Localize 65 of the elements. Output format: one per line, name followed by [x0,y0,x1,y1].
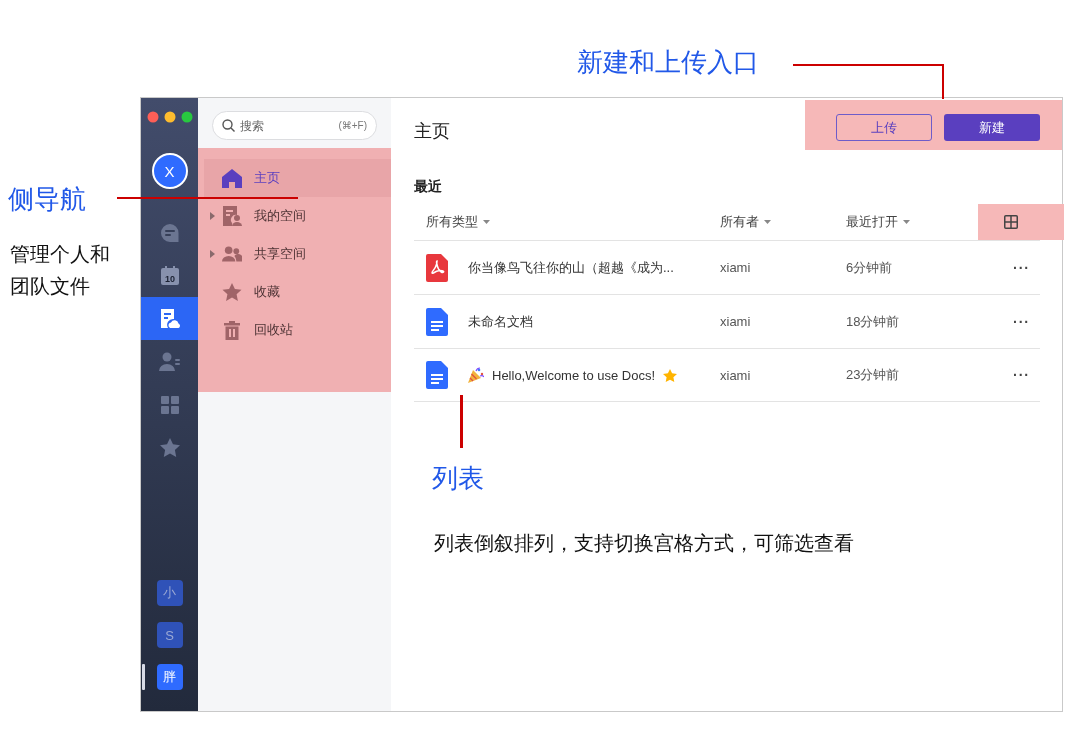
owner-cell-text: xiami [720,260,752,275]
star-icon [663,368,678,382]
shortcut-hint: (⌘+F) [338,120,367,131]
dropdown-caret-icon [903,220,910,224]
avatar[interactable]: X [151,153,188,189]
column-filter[interactable]: 所有类型 [414,213,720,231]
leader-line [460,395,463,448]
column-filter[interactable]: 最近打开 [846,213,978,231]
expand-caret-icon [210,250,215,258]
home-icon [222,168,242,188]
table-row[interactable]: Hello,Welcome to use Docs! xiami 23分钟前 ··· [414,348,1040,402]
section-heading: 最近 [414,178,443,196]
time-cell-text: 18分钟前 [846,312,901,331]
table-row[interactable]: 未命名文档 xiami 18分钟前 ··· [414,294,1040,348]
owner-cell-text: xiami [720,367,752,383]
nav-item[interactable]: 收藏 [204,273,391,311]
nav-item[interactable]: 共享空间 [204,235,391,273]
annotation-title: 新建和上传入口 [577,46,759,79]
annotation-note: 列表倒叙排列，支持切换宫格方式，可筛选查看 [434,531,854,556]
star-icon[interactable] [159,438,180,457]
time-cell-text: 23分钟前 [846,366,901,384]
chat-bubble-icon[interactable] [159,222,180,243]
search-input[interactable]: 搜索 [240,118,320,133]
dropdown-caret-icon [764,220,771,224]
contact-person-icon[interactable] [158,351,181,372]
app-grid-icon[interactable] [160,395,179,414]
annotation-note: 团队文件 [10,274,90,299]
table-row[interactable]: 你当像鸟飞往你的山（超越《成为... xiami 6分钟前 ··· [414,240,1040,294]
file-name[interactable]: 未命名文档 [468,312,533,331]
page-title: 主页 [414,120,450,143]
more-button[interactable]: ··· [1009,367,1034,383]
annotation-title: 侧导航 [8,183,86,216]
star-icon [222,283,242,301]
party-popper-icon [468,367,484,383]
dropdown-caret-icon [483,220,490,224]
search-field[interactable]: 搜索 (⌘+F) [212,111,377,140]
column-filter[interactable]: 所有者 [720,213,846,231]
rail-tab[interactable] [141,297,198,340]
upload-button[interactable]: 上传 [836,114,932,141]
selection-indicator [141,664,145,690]
expand-caret-icon [210,212,215,220]
document-cloud-icon[interactable] [158,307,181,330]
annotation-note: 管理个人和 [10,242,110,267]
document-icon [426,361,448,389]
nav-item[interactable]: 回收站 [204,311,391,349]
file-name[interactable]: 你当像鸟飞往你的山（超越《成为... [468,258,674,277]
document-icon [426,307,448,336]
nav-item[interactable]: 我的空间 [204,197,391,235]
calendar-icon[interactable]: 10 [159,265,180,286]
pdf-file-icon [426,253,448,282]
more-button[interactable]: ··· [1009,313,1034,330]
time-cell-text: 6分钟前 [846,258,894,277]
nav-item[interactable]: 主页 [204,159,391,197]
search-icon [222,119,235,132]
document-person-icon [222,206,242,226]
new-button[interactable]: 新建 [944,114,1040,141]
rail-tab[interactable]: 10 [141,254,198,297]
trash-icon [222,320,242,340]
grid-view-icon[interactable] [1004,215,1018,229]
more-button[interactable]: ··· [1009,259,1034,276]
people-icon [222,246,242,262]
file-name[interactable]: Hello,Welcome to use Docs! [492,367,656,383]
annotation-title: 列表 [432,462,484,495]
window-controls-drawing [146,111,193,123]
owner-cell-text: xiami [720,314,752,329]
